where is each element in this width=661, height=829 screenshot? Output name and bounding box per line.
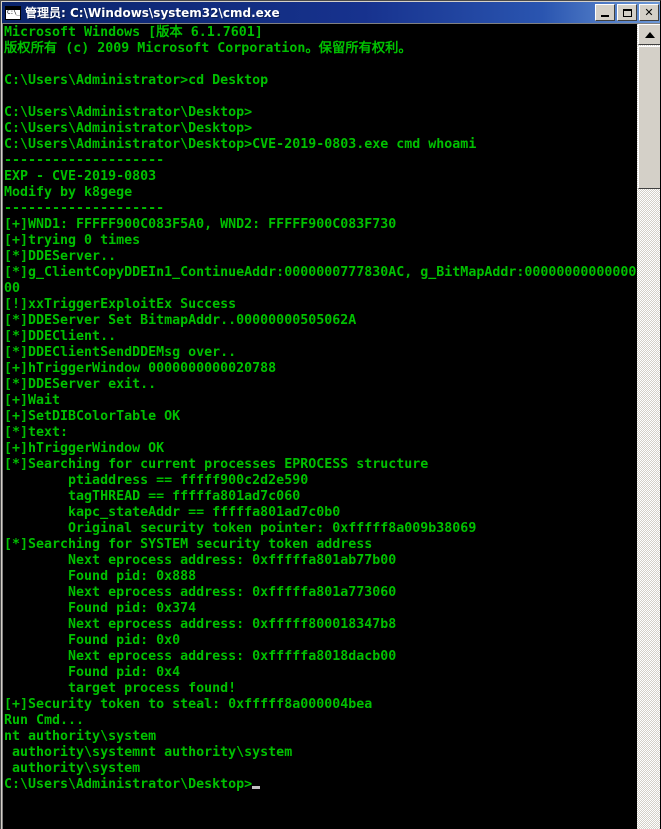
cmd-console-icon[interactable] [5, 5, 21, 20]
scrollbar-thumb[interactable] [638, 46, 660, 189]
vertical-scrollbar[interactable] [636, 24, 660, 829]
close-icon: ✕ [644, 6, 654, 19]
cmd-window: 管理员: C:\Windows\system32\cmd.exe ✕ Micro… [0, 0, 661, 829]
window-titlebar[interactable]: 管理员: C:\Windows\system32\cmd.exe ✕ [2, 2, 660, 23]
console-output: Microsoft Windows [版本 6.1.7601] 版权所有 (c)… [4, 25, 637, 792]
console-cursor [252, 786, 261, 789]
minimize-icon [596, 5, 614, 20]
window-title: 管理员: C:\Windows\system32\cmd.exe [25, 6, 280, 20]
scroll-up-arrow-button[interactable] [638, 24, 660, 45]
console-screen[interactable]: Microsoft Windows [版本 6.1.7601] 版权所有 (c)… [3, 24, 637, 829]
maximize-icon [618, 5, 636, 20]
minimize-button[interactable] [595, 4, 615, 21]
maximize-button[interactable] [617, 4, 637, 21]
console-client-area: Microsoft Windows [版本 6.1.7601] 版权所有 (c)… [2, 23, 660, 829]
close-button[interactable]: ✕ [639, 4, 659, 21]
